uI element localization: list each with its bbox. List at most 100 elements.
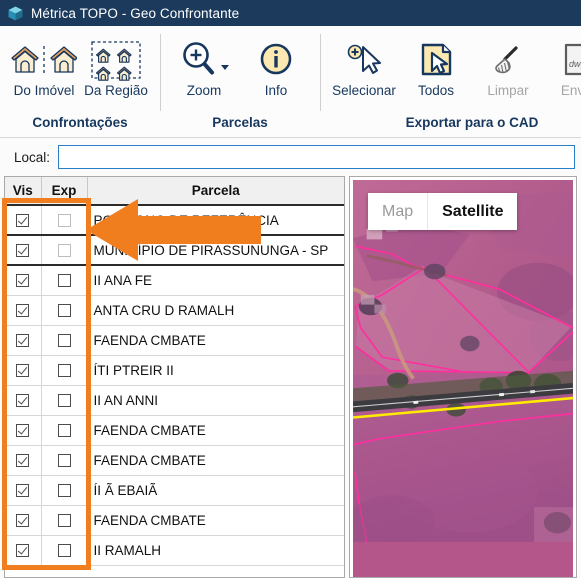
cell-exp[interactable] (41, 535, 88, 566)
checkbox-exp[interactable] (57, 333, 71, 347)
cell-exp[interactable] (41, 385, 88, 416)
window-title: Métrica TOPO - Geo Confrontante (31, 5, 240, 21)
cell-vis[interactable] (5, 385, 42, 416)
checkbox-vis[interactable] (16, 333, 30, 347)
map-pane[interactable]: Map Satellite (349, 176, 577, 578)
button-zoom-label: Zoom (186, 83, 222, 98)
title-bar: Métrica TOPO - Geo Confrontante (0, 0, 581, 26)
cell-vis[interactable] (5, 505, 42, 536)
column-header-exp[interactable]: Exp (41, 177, 88, 206)
parcel-table: Vis Exp Parcela POLÍGONO DE REFERÊNCIA MU… (5, 177, 344, 566)
cell-exp[interactable] (41, 325, 88, 356)
cell-vis[interactable] (5, 205, 42, 236)
cell-vis[interactable] (5, 355, 42, 386)
checkbox-exp[interactable] (57, 363, 71, 377)
svg-text:dwg: dwg (569, 59, 581, 69)
two-houses-divided-icon (11, 38, 77, 82)
map-type-toggle[interactable]: Map Satellite (368, 193, 518, 230)
document-cursor-icon (416, 38, 456, 82)
chevron-down-icon[interactable] (220, 64, 229, 70)
magnifier-plus-icon (180, 38, 229, 82)
checkbox-exp[interactable] (57, 513, 71, 527)
checkbox-vis[interactable] (16, 453, 30, 467)
table-row[interactable]: ÍTI PTREIR II (5, 355, 344, 386)
cell-parcela-name: MUNICÍPIO DE PIRASSUNUNGA - SP (87, 235, 344, 266)
map-type-map[interactable]: Map (368, 193, 427, 230)
checkbox-vis[interactable] (16, 423, 30, 437)
table-row[interactable]: FAENDA CMBATE (5, 325, 344, 356)
cell-exp[interactable] (41, 295, 88, 326)
checkbox-exp[interactable] (57, 273, 71, 287)
checkbox-exp[interactable] (57, 453, 71, 467)
ribbon-group-exportar: Selecionar Todos Limpar dw Env Exportar … (320, 26, 581, 137)
cell-parcela-name: FAENDA CMBATE (87, 445, 344, 476)
cell-vis[interactable] (5, 235, 42, 266)
button-enviar-label: Enviar (560, 83, 581, 98)
checkbox-vis[interactable] (16, 303, 30, 317)
button-todos[interactable]: Todos (400, 32, 472, 98)
table-row[interactable]: MUNICÍPIO DE PIRASSUNUNGA - SP (5, 235, 344, 266)
cell-exp[interactable] (41, 415, 88, 446)
checkbox-exp[interactable] (57, 543, 71, 557)
cell-exp[interactable] (41, 235, 88, 266)
button-limpar: Limpar (472, 32, 544, 98)
checkbox-vis[interactable] (16, 543, 30, 557)
cell-exp[interactable] (41, 445, 88, 476)
local-input[interactable] (58, 145, 575, 169)
table-row[interactable]: ANTA CRU D RAMALH (5, 295, 344, 326)
checkbox-vis[interactable] (16, 513, 30, 527)
checkbox-exp[interactable] (57, 423, 71, 437)
button-zoom[interactable]: Zoom (168, 32, 240, 98)
app-window: Métrica TOPO - Geo Confrontante Do Imóve… (0, 0, 581, 578)
checkbox-exp[interactable] (57, 483, 71, 497)
checkbox-vis[interactable] (16, 363, 30, 377)
checkbox-vis[interactable] (16, 213, 30, 227)
map-type-satellite[interactable]: Satellite (427, 193, 517, 230)
button-selecionar[interactable]: Selecionar (328, 32, 400, 98)
cell-exp[interactable] (41, 205, 88, 236)
checkbox-exp[interactable] (57, 303, 71, 317)
cell-parcela-name: FAENDA CMBATE (87, 505, 344, 536)
cell-vis[interactable] (5, 265, 42, 296)
button-enviar: dwg Enviar (544, 32, 581, 98)
table-row[interactable]: II RAMALH (5, 535, 344, 566)
cell-vis[interactable] (5, 475, 42, 506)
checkbox-vis[interactable] (16, 483, 30, 497)
cell-vis[interactable] (5, 415, 42, 446)
cell-vis[interactable] (5, 535, 42, 566)
ribbon-toolbar: Do Imóvel Da Região Confrontações Zoom I… (0, 26, 581, 138)
button-da-regiao[interactable]: Da Região (80, 32, 152, 98)
button-info[interactable]: Info (240, 32, 312, 98)
cell-vis[interactable] (5, 295, 42, 326)
button-selecionar-label: Selecionar (332, 83, 396, 98)
table-row[interactable]: FAENDA CMBATE (5, 415, 344, 446)
cell-exp[interactable] (41, 505, 88, 536)
cell-parcela-name: II RAMALH (87, 535, 344, 566)
table-row[interactable]: II ANA FE (5, 265, 344, 296)
table-row[interactable]: POLÍGONO DE REFERÊNCIA (5, 205, 344, 236)
table-row[interactable]: FAENDA CMBATE (5, 445, 344, 476)
ribbon-group-label-parcelas: Parcelas (212, 115, 268, 130)
cell-exp[interactable] (41, 265, 88, 296)
cell-parcela-name: POLÍGONO DE REFERÊNCIA (87, 205, 344, 236)
cell-exp[interactable] (41, 475, 88, 506)
table-row[interactable]: II AN ANNI (5, 385, 344, 416)
cursor-plus-icon (342, 38, 386, 82)
map-canvas[interactable]: Map Satellite (353, 180, 573, 577)
main-content: Vis Exp Parcela POLÍGONO DE REFERÊNCIA MU… (0, 176, 581, 578)
checkbox-vis[interactable] (16, 393, 30, 407)
table-row[interactable]: ÍI Ã EBAIÃ (5, 475, 344, 506)
ribbon-group-parcelas: Zoom Info Parcelas (160, 26, 320, 137)
button-do-imovel[interactable]: Do Imóvel (8, 32, 80, 98)
cell-exp[interactable] (41, 355, 88, 386)
table-row[interactable]: FAENDA CMBATE (5, 505, 344, 536)
button-todos-label: Todos (417, 83, 455, 98)
column-header-vis[interactable]: Vis (5, 177, 42, 206)
checkbox-vis[interactable] (16, 243, 30, 257)
checkbox-vis[interactable] (16, 273, 30, 287)
parcel-grid-pane: Vis Exp Parcela POLÍGONO DE REFERÊNCIA MU… (4, 176, 345, 578)
column-header-parcela[interactable]: Parcela (87, 177, 344, 206)
checkbox-exp[interactable] (57, 393, 71, 407)
cell-vis[interactable] (5, 445, 42, 476)
cell-vis[interactable] (5, 325, 42, 356)
